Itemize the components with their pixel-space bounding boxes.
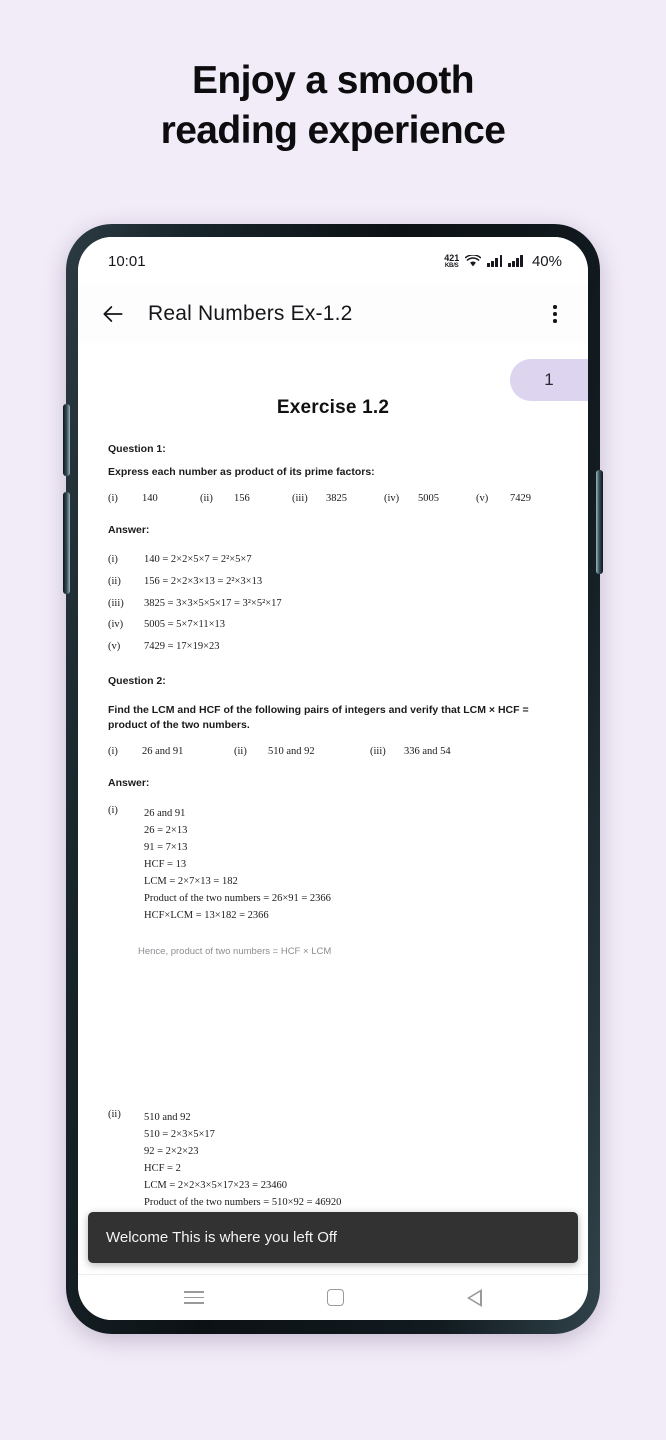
answer-roman: (iv) — [108, 619, 124, 631]
item-value: 336 and 54 — [404, 746, 451, 758]
item-value: 3825 — [326, 493, 347, 505]
question-2-text: Find the LCM and HCF of the following pa… — [108, 703, 529, 732]
answer-1-list: (i) 140 = 2×2×5×7 = 2²×5×7 (ii) 156 = 2×… — [108, 552, 558, 655]
battery-percentage: 40% — [531, 252, 562, 270]
headline-line-1: Enjoy a smooth — [192, 59, 475, 102]
item-value: 510 and 92 — [268, 746, 315, 758]
answer-equation: 156 = 2×2×3×13 = 2²×3×13 — [144, 575, 263, 587]
answer-equation: 140 = 2×2×5×7 = 2²×5×7 — [144, 554, 252, 566]
question-1-text: Express each number as product of its pr… — [108, 466, 375, 478]
part-line: 26 = 2×13 — [144, 825, 188, 837]
answer-roman: (i) — [108, 554, 118, 566]
status-bar: 10:01 421 KB/S 40% — [78, 237, 588, 285]
answer-equation: 5005 = 5×7×11×13 — [144, 619, 226, 631]
answer-roman: (iii) — [108, 597, 124, 609]
part-line: HCF = 13 — [144, 859, 187, 871]
part-line: 26 and 91 — [144, 808, 186, 820]
snackbar-message: Welcome This is where you left Off — [106, 1229, 337, 1246]
part-line: HCF = 2 — [144, 1163, 181, 1175]
part-lines: 26 and 91 26 = 2×13 91 = 7×13 HCF = 13 L… — [144, 805, 558, 924]
answer-roman: (v) — [108, 641, 121, 653]
item-value: 140 — [142, 493, 158, 505]
answer-2-part-i: (i) 26 and 91 26 = 2×13 91 = 7×13 HCF = … — [108, 805, 558, 924]
part-line: 510 and 92 — [144, 1112, 191, 1124]
part-line: Product of the two numbers = 510×92 = 46… — [144, 1197, 342, 1209]
answer-row: (i) 140 = 2×2×5×7 = 2²×5×7 — [108, 552, 558, 568]
hence-note: Hence, product of two numbers = HCF × LC… — [138, 946, 332, 958]
headline-line-2: reading experience — [160, 108, 506, 152]
part-line: 92 = 2×2×23 — [144, 1146, 199, 1158]
status-icons: 421 KB/S 40% — [444, 253, 562, 270]
volume-up-button[interactable] — [63, 404, 70, 476]
item-value: 26 and 91 — [142, 746, 184, 758]
network-speed-indicator: 421 KB/S — [444, 252, 460, 269]
promo-headline: Enjoy a smooth reading experience — [0, 56, 666, 156]
document-body: Question 1: Express each number as produ… — [78, 443, 588, 1223]
wifi-icon — [465, 254, 482, 266]
answer-row: (iv) 5005 = 5×7×11×13 — [108, 617, 558, 633]
network-speed-value: 421 — [444, 252, 460, 263]
page-spacer — [108, 957, 558, 1109]
phone-screen: 10:01 421 KB/S 40% Real Numbers Ex-1.2 1… — [78, 237, 588, 1320]
item-value: 5005 — [418, 493, 439, 505]
item-value: 7429 — [510, 493, 531, 505]
volume-down-button[interactable] — [63, 492, 70, 594]
part-lines: 510 and 92 510 = 2×3×5×17 92 = 2×2×23 HC… — [144, 1109, 558, 1223]
answer-row: (iii) 3825 = 3×3×5×5×17 = 3²×5²×17 — [108, 596, 558, 612]
page-number-badge: 1 — [510, 359, 588, 401]
android-navigation-bar — [78, 1274, 588, 1320]
answer-2-part-ii: (ii) 510 and 92 510 = 2×3×5×17 92 = 2×2×… — [108, 1109, 558, 1223]
document-viewer[interactable]: 1 Exercise 1.2 Question 1: Express each … — [78, 343, 588, 1223]
part-line: HCF×LCM = 13×182 = 2366 — [144, 910, 269, 922]
part-roman: (i) — [108, 805, 118, 817]
arrow-left-icon[interactable] — [100, 301, 126, 327]
part-line: Product of the two numbers = 26×91 = 236… — [144, 893, 331, 905]
exercise-title: Exercise 1.2 — [276, 397, 390, 418]
signal-bars-icon-2 — [508, 255, 523, 267]
app-bar: Real Numbers Ex-1.2 — [78, 285, 588, 343]
recents-icon[interactable] — [183, 1291, 204, 1304]
item-roman: (ii) — [200, 493, 213, 505]
part-line: 510 = 2×3×5×17 — [144, 1129, 215, 1141]
item-roman: (i) — [108, 746, 118, 758]
answer-2-label: Answer: — [108, 777, 150, 790]
answer-1-label: Answer: — [108, 524, 150, 537]
home-icon[interactable] — [326, 1289, 344, 1306]
part-line: LCM = 2×2×3×5×17×23 = 23460 — [144, 1180, 287, 1192]
part-roman: (ii) — [108, 1109, 121, 1121]
snackbar[interactable]: Welcome This is where you left Off — [88, 1212, 578, 1263]
question-1-label: Question 1: — [108, 443, 166, 455]
item-roman: (ii) — [234, 746, 247, 758]
answer-row: (ii) 156 = 2×2×3×13 = 2²×3×13 — [108, 574, 558, 590]
status-time: 10:01 — [108, 252, 146, 270]
power-button[interactable] — [596, 470, 603, 574]
answer-roman: (ii) — [108, 575, 121, 587]
question-2-label: Question 2: — [108, 674, 166, 687]
page-title: Real Numbers Ex-1.2 — [148, 302, 353, 325]
back-triangle-icon[interactable] — [467, 1288, 483, 1307]
question-1-items: (i) 140 (ii) 156 (iii) 3825 (iv) 5005 (v… — [108, 493, 558, 504]
part-line: 91 = 7×13 — [144, 842, 188, 854]
answer-equation: 3825 = 3×3×5×5×17 = 3²×5²×17 — [144, 597, 282, 609]
question-2-items: (i) 26 and 91 (ii) 510 and 92 (iii) 336 … — [108, 746, 558, 757]
network-speed-unit: KB/S — [444, 262, 459, 269]
item-roman: (i) — [108, 493, 118, 505]
item-roman: (iii) — [292, 493, 308, 505]
item-roman: (iii) — [370, 746, 386, 758]
item-roman: (v) — [476, 493, 489, 505]
answer-equation: 7429 = 17×19×23 — [144, 641, 220, 653]
item-value: 156 — [234, 493, 250, 505]
phone-mockup: 10:01 421 KB/S 40% Real Numbers Ex-1.2 1… — [63, 224, 603, 1334]
more-vertical-icon[interactable] — [544, 301, 566, 327]
part-line: LCM = 2×7×13 = 182 — [144, 876, 238, 888]
signal-bars-icon-1 — [487, 255, 503, 267]
item-roman: (iv) — [384, 493, 400, 505]
answer-row: (v) 7429 = 17×19×23 — [108, 639, 558, 655]
